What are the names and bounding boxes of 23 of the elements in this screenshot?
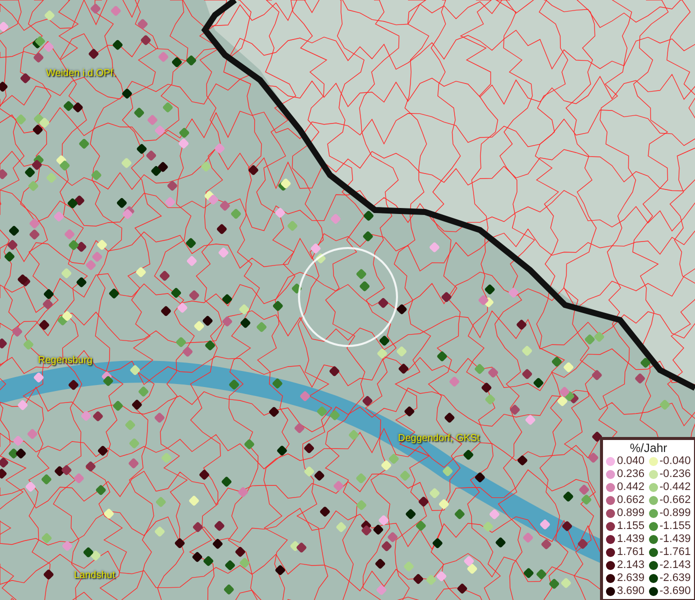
legend-value: 0.442: [617, 481, 645, 494]
legend-value: 0.236: [617, 468, 645, 481]
legend-value: 1.439: [617, 533, 645, 546]
legend-value: 2.639: [617, 572, 645, 585]
legend-value: 3.690: [617, 585, 645, 598]
legend-value: -1.155: [660, 520, 691, 533]
legend-value: -0.662: [660, 494, 691, 507]
legend-value: -0.442: [660, 481, 691, 494]
legend-value: -0.040: [660, 455, 691, 468]
legend-value: -0.236: [660, 468, 691, 481]
legend-value: 0.040: [617, 455, 645, 468]
legend-value: -2.143: [660, 559, 691, 572]
legend-value: 1.155: [617, 520, 645, 533]
legend-value: 0.662: [617, 494, 645, 507]
legend-value: -3.690: [660, 585, 691, 598]
legend-value: -1.761: [660, 546, 691, 559]
legend-value: -0.899: [660, 507, 691, 520]
legend-value: 2.143: [617, 559, 645, 572]
legend-value: 0.899: [617, 507, 645, 520]
legend-value: 1.761: [617, 546, 645, 559]
legend-value: -2.639: [660, 572, 691, 585]
legend-value: -1.439: [660, 533, 691, 546]
legend-title: %/Jahr: [628, 441, 668, 455]
